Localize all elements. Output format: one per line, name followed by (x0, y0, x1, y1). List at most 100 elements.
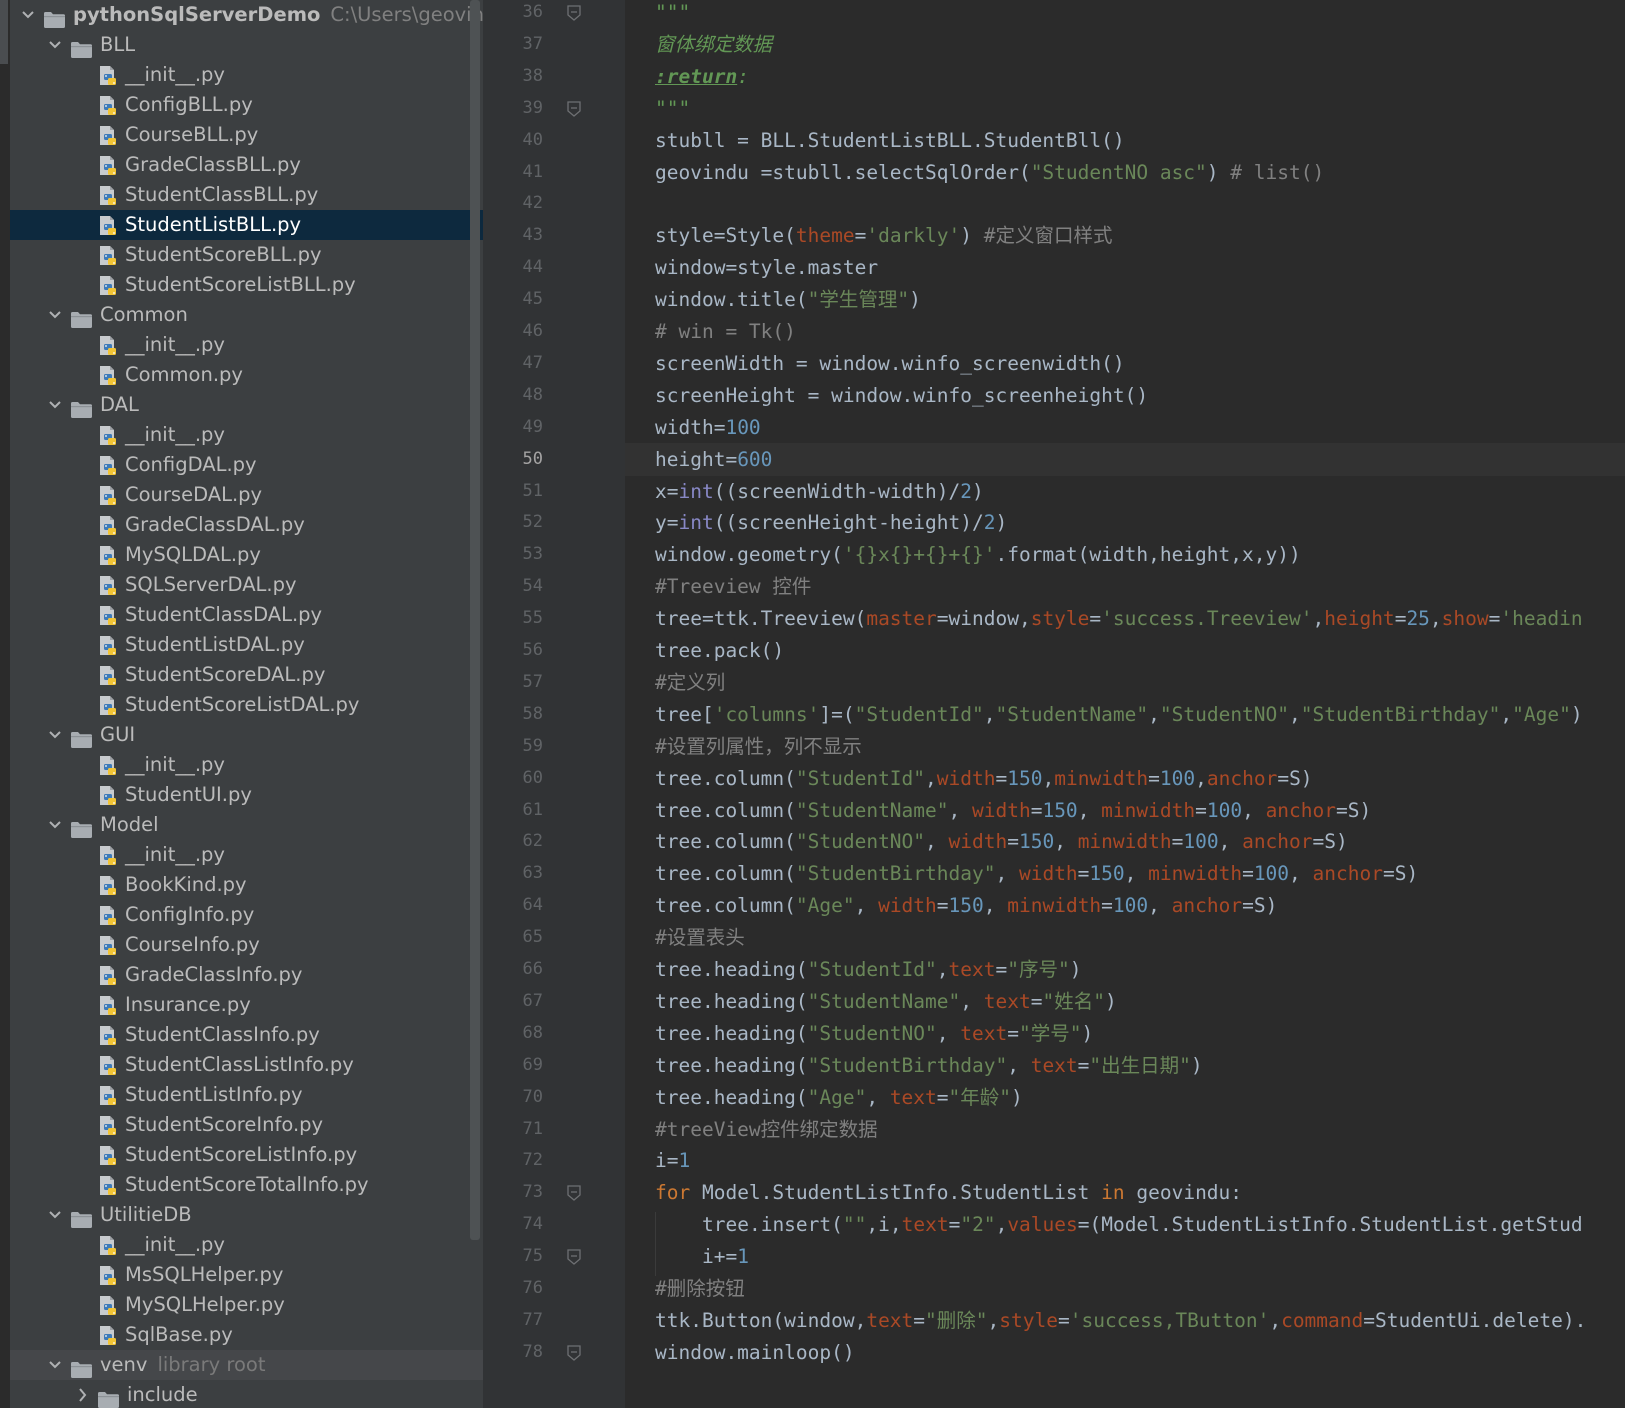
tree-file-item[interactable]: StudentListDAL.py (10, 630, 483, 660)
tree-file-item[interactable]: __init__.py (10, 750, 483, 780)
tree-folder-item[interactable]: GUI (10, 720, 483, 750)
chevron-down-icon[interactable] (45, 810, 65, 840)
tree-item-label: StudentScoreListBLL.py (125, 273, 356, 296)
tree-file-item[interactable]: MySQLDAL.py (10, 540, 483, 570)
tree-file-item[interactable]: CourseDAL.py (10, 480, 483, 510)
code-editor[interactable]: """ 窗体绑定数据:return: """ stubll = BLL.Student… (625, 0, 1625, 1408)
chevron-down-icon[interactable] (45, 300, 65, 330)
code-token: window=style.master (655, 256, 879, 280)
tree-file-item[interactable]: ConfigInfo.py (10, 900, 483, 930)
tree-file-item[interactable]: CourseBLL.py (10, 120, 483, 150)
tree-item-label: StudentClassInfo.py (125, 1023, 320, 1046)
tree-file-item[interactable]: MsSQLHelper.py (10, 1260, 483, 1290)
tree-file-item[interactable]: StudentClassInfo.py (10, 1020, 483, 1050)
chevron-down-icon[interactable] (45, 30, 65, 60)
tree-file-item[interactable]: StudentListInfo.py (10, 1080, 483, 1110)
fold-marker-icon[interactable] (567, 101, 581, 117)
tree-file-item[interactable]: StudentUI.py (10, 780, 483, 810)
editor-gutter[interactable]: 36 37 38 39 40 41 42 43 44 45 46 47 48 49 50 51 52 53 54 55… (483, 0, 625, 1408)
code-token: geovindu: (1124, 1181, 1243, 1205)
tree-file-item[interactable]: StudentScoreDAL.py (10, 660, 483, 690)
tree-folder-item[interactable]: UtilitieDB (10, 1200, 483, 1230)
tree-file-item[interactable]: __init__.py (10, 840, 483, 870)
tree-file-item[interactable]: StudentClassListInfo.py (10, 1050, 483, 1080)
tree-file-item[interactable]: Insurance.py (10, 990, 483, 1020)
code-token: "StudentNO" (1159, 702, 1290, 726)
tree-file-item[interactable]: StudentScoreTotalInfo.py (10, 1170, 483, 1200)
code-line: tree.heading("StudentBirthday", text="出生… (655, 1049, 1203, 1082)
code-line: tree.column("StudentNO", width=150, minw… (655, 825, 1348, 858)
tree-file-item[interactable]: StudentScoreInfo.py (10, 1110, 483, 1140)
tree-file-item[interactable]: GradeClassDAL.py (10, 510, 483, 540)
tree-file-item[interactable]: SQLServerDAL.py (10, 570, 483, 600)
tree-file-item[interactable]: ConfigDAL.py (10, 450, 483, 480)
tree-item-label: ConfigInfo.py (125, 903, 255, 926)
tree-file-item[interactable]: Common.py (10, 360, 483, 390)
code-line: tree.heading("StudentNO", text="学号") (655, 1017, 1093, 1050)
tree-file-item[interactable]: StudentScoreListDAL.py (10, 690, 483, 720)
tree-file-item[interactable]: StudentClassDAL.py (10, 600, 483, 630)
tree-folder-item[interactable]: Model (10, 810, 483, 840)
code-token: "StudentName" (807, 989, 961, 1013)
tree-file-item[interactable]: __init__.py (10, 330, 483, 360)
tree-item-label: UtilitieDB (100, 1203, 192, 1226)
tree-file-item[interactable]: __init__.py (10, 1230, 483, 1260)
code-token: "StudentId" (807, 958, 937, 981)
tree-root-item[interactable]: pythonSqlServerDemoC:\Users\geovindu\Pyc (10, 0, 483, 30)
tree-folder-item[interactable]: DAL (10, 390, 483, 420)
code-token: , (925, 830, 949, 854)
tree-item-label: StudentScoreListInfo.py (125, 1143, 358, 1166)
code-line: for Model.StudentListInfo.StudentList in… (655, 1176, 1242, 1209)
python-file-icon (98, 845, 120, 867)
code-line: height=600 (655, 443, 772, 476)
fold-marker-icon[interactable] (567, 5, 581, 21)
project-tree-scrollbar[interactable] (470, 0, 480, 1240)
code-token: minwidth (1007, 894, 1102, 918)
tree-item-label: __init__.py (125, 333, 225, 356)
chevron-down-icon[interactable] (45, 1350, 65, 1380)
fold-marker-icon[interactable] (567, 1185, 581, 1202)
tree-file-item[interactable]: StudentScoreListInfo.py (10, 1140, 483, 1170)
tree-file-item[interactable]: GradeClassInfo.py (10, 960, 483, 990)
project-tab-marker[interactable] (0, 0, 8, 64)
tree-file-item[interactable]: GradeClassBLL.py (10, 150, 483, 180)
chevron-down-icon[interactable] (18, 0, 38, 30)
chevron-down-icon[interactable] (45, 720, 65, 750)
code-token: =S) (1312, 830, 1348, 854)
line-number: 43 (522, 225, 543, 246)
fold-marker-icon[interactable] (567, 1249, 581, 1265)
code-token: in (1101, 1181, 1125, 1205)
line-number: 39 (522, 97, 543, 118)
tree-file-item[interactable]: StudentClassBLL.py (10, 180, 483, 210)
tree-file-item[interactable]: StudentScoreListBLL.py (10, 270, 483, 300)
chevron-down-icon[interactable] (45, 1200, 65, 1230)
fold-marker-icon[interactable] (567, 1345, 581, 1361)
tree-file-item[interactable]: ConfigBLL.py (10, 90, 483, 120)
code-token: = (936, 1085, 949, 1109)
tree-file-item[interactable]: __init__.py (10, 60, 483, 90)
code-token: "StudentId" (795, 766, 926, 790)
code-token: text (948, 958, 996, 981)
library-root-badge: library root (157, 1353, 266, 1376)
tree-item-label: DAL (100, 393, 139, 416)
code-token: , (1242, 798, 1266, 822)
tree-folder-item[interactable]: include (10, 1380, 483, 1408)
tree-item-label: MySQLDAL.py (125, 543, 261, 566)
code-token: tree.heading( (655, 1085, 808, 1109)
tree-file-item[interactable]: StudentScoreBLL.py (10, 240, 483, 270)
tree-folder-item[interactable]: venv library root (10, 1350, 483, 1380)
code-token: "StudentNO" (807, 1021, 937, 1045)
code-line: ttk.Button(window,text="删除",style='succe… (655, 1304, 1586, 1337)
tree-file-item[interactable]: CourseInfo.py (10, 930, 483, 960)
tree-file-item[interactable]: MySQLHelper.py (10, 1290, 483, 1320)
tree-file-item[interactable]: StudentListBLL.py (10, 210, 483, 240)
tree-folder-item[interactable]: Common (10, 300, 483, 330)
chevron-down-icon[interactable] (45, 390, 65, 420)
tree-file-item[interactable]: BookKind.py (10, 870, 483, 900)
code-token: , (1429, 607, 1442, 631)
project-tree[interactable]: pythonSqlServerDemoC:\Users\geovindu\Pyc… (10, 0, 483, 1408)
tree-file-item[interactable]: __init__.py (10, 420, 483, 450)
chevron-right-icon[interactable] (72, 1380, 92, 1408)
tree-folder-item[interactable]: BLL (10, 30, 483, 60)
tree-file-item[interactable]: SqlBase.py (10, 1320, 483, 1350)
